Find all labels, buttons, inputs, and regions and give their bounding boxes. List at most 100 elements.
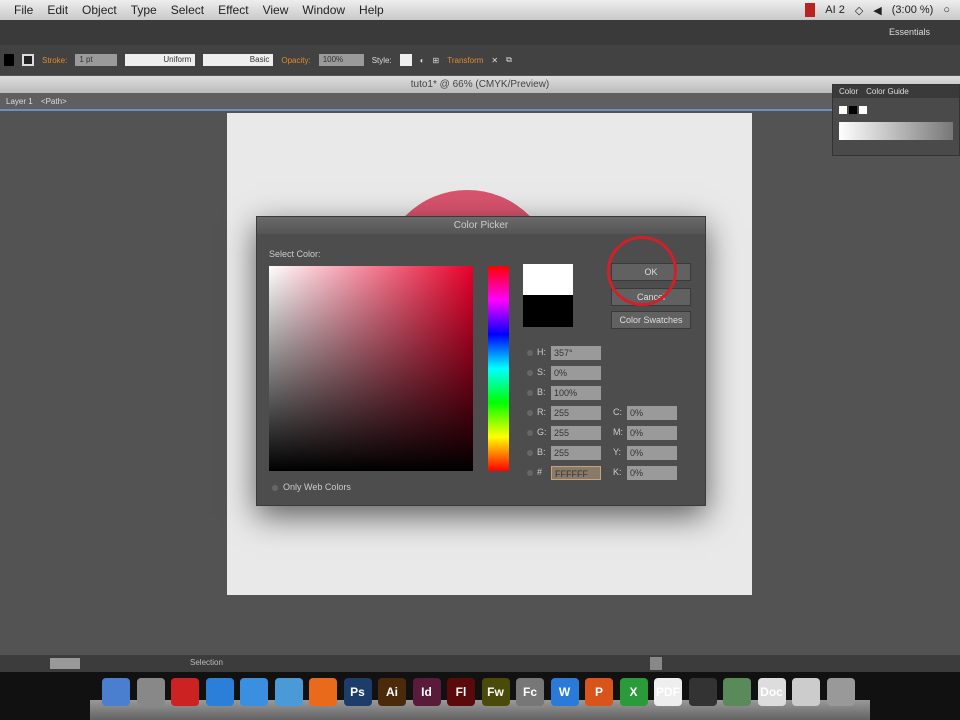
- input-m[interactable]: 0%: [627, 426, 677, 440]
- dock-icon-pdf[interactable]: PDF: [654, 678, 682, 706]
- input-g[interactable]: 255: [551, 426, 601, 440]
- dock-icon-w[interactable]: W: [550, 678, 579, 706]
- menu-edit[interactable]: Edit: [47, 3, 68, 17]
- input-hex[interactable]: FFFFFF: [551, 466, 601, 480]
- radio-s[interactable]: [527, 370, 533, 376]
- menu-effect[interactable]: Effect: [218, 3, 248, 17]
- volume-icon[interactable]: ◀: [873, 4, 881, 17]
- status-bar: Selection: [0, 655, 960, 672]
- user-indicator[interactable]: AI 2: [825, 4, 845, 16]
- horizontal-scrollbar-thumb[interactable]: [650, 657, 662, 670]
- input-y[interactable]: 0%: [627, 446, 677, 460]
- radio-b[interactable]: [527, 390, 533, 396]
- dock-icon-photo[interactable]: Photo: [171, 678, 199, 706]
- dock-icon-dots[interactable]: Dots: [688, 678, 717, 706]
- app-status-icon[interactable]: [805, 3, 816, 17]
- fill-swatch[interactable]: [4, 54, 14, 66]
- white-swatch[interactable]: [859, 106, 867, 114]
- original-color-swatch[interactable]: [523, 295, 573, 327]
- dock-icon-firefox[interactable]: Firefox: [309, 678, 337, 706]
- breadcrumb-layer[interactable]: Layer 1: [6, 97, 33, 106]
- dock-label: Ai: [386, 685, 398, 699]
- input-s[interactable]: 0%: [551, 366, 601, 380]
- dock-icon-finder[interactable]: Finder: [102, 678, 130, 706]
- style-label: Style:: [371, 55, 392, 65]
- brush-definition[interactable]: Basic: [203, 54, 274, 66]
- control-bar: Stroke: 1 pt Uniform Basic Opacity: 100%…: [0, 45, 960, 75]
- menu-window[interactable]: Window: [302, 3, 345, 17]
- input-k[interactable]: 0%: [627, 466, 677, 480]
- radio-hex[interactable]: [527, 470, 533, 476]
- arrange-icon[interactable]: ⧉: [506, 55, 512, 65]
- stroke-swatch[interactable]: [22, 54, 34, 66]
- stroke-weight-input[interactable]: 1 pt: [75, 54, 118, 66]
- black-swatch[interactable]: [849, 106, 857, 114]
- color-ramp[interactable]: [839, 122, 953, 140]
- dock-icon-launchpad[interactable]: Launchpad: [136, 678, 165, 706]
- dock-icon-p[interactable]: P: [585, 678, 613, 706]
- menu-type[interactable]: Type: [131, 3, 157, 17]
- transform-link[interactable]: Transform: [447, 56, 483, 65]
- dock-icon-x[interactable]: X: [619, 678, 648, 706]
- input-h[interactable]: 357°: [551, 346, 601, 360]
- stroke-label[interactable]: Stroke:: [42, 56, 67, 65]
- menu-object[interactable]: Object: [82, 3, 117, 17]
- spotlight-icon[interactable]: ○: [943, 4, 950, 16]
- opacity-input[interactable]: 100%: [318, 54, 364, 66]
- dock-icon-fc[interactable]: Fc: [516, 678, 544, 706]
- current-tool-status[interactable]: Selection: [190, 658, 223, 667]
- input-bl[interactable]: 255: [551, 446, 601, 460]
- dock-label: P: [594, 685, 603, 699]
- menu-help[interactable]: Help: [359, 3, 384, 17]
- dock-icon-safari[interactable]: Safari: [274, 678, 303, 706]
- only-web-colors-label[interactable]: Only Web Colors: [283, 482, 351, 492]
- dock-icon-trash[interactable]: Trash: [826, 678, 855, 706]
- color-field[interactable]: [269, 266, 473, 471]
- label-m: M:: [613, 427, 623, 437]
- none-swatch[interactable]: [839, 106, 847, 114]
- color-swatches-button[interactable]: Color Swatches: [611, 311, 691, 329]
- menu-file[interactable]: File: [14, 3, 33, 17]
- menu-select[interactable]: Select: [171, 3, 204, 17]
- color-picker-dialog: Color Picker Select Color: OK Cancel Col…: [256, 216, 706, 506]
- dock-icon-preview[interactable]: Preview: [723, 678, 751, 706]
- label-b: B:: [537, 387, 546, 397]
- dock-icon-ai[interactable]: Ai: [378, 678, 406, 706]
- style-swatch[interactable]: [399, 54, 412, 66]
- dock-label: Fw: [487, 685, 504, 699]
- opacity-label[interactable]: Opacity:: [281, 56, 310, 65]
- dock-label: X: [629, 685, 638, 699]
- dock-icon-ps[interactable]: Ps: [343, 678, 372, 706]
- tab-color-guide[interactable]: Color Guide: [866, 87, 909, 96]
- radio-r[interactable]: [527, 410, 533, 416]
- highlight-circle: [607, 236, 677, 306]
- align-icon[interactable]: ⊞: [433, 56, 440, 65]
- dock-icon-app-store[interactable]: App Store: [205, 678, 234, 706]
- document-title: tuto1* @ 66% (CMYK/Preview): [0, 76, 960, 93]
- input-r[interactable]: 255: [551, 406, 601, 420]
- radio-bl[interactable]: [527, 450, 533, 456]
- tab-color[interactable]: Color: [839, 87, 858, 96]
- dock-icon-fl[interactable]: Fl: [447, 678, 475, 706]
- only-web-colors-checkbox[interactable]: [272, 485, 278, 491]
- input-b[interactable]: 100%: [551, 386, 601, 400]
- wifi-icon[interactable]: ◇: [855, 4, 863, 17]
- dock-icon-doc[interactable]: Doc: [757, 678, 786, 706]
- menu-view[interactable]: View: [263, 3, 289, 17]
- dock-icon-doc2[interactable]: Doc2: [792, 678, 820, 706]
- zoom-field[interactable]: [50, 658, 80, 669]
- dock-icon-id[interactable]: Id: [412, 678, 441, 706]
- isolate-icon[interactable]: ✕: [491, 56, 498, 65]
- radio-h[interactable]: [527, 350, 533, 356]
- recolor-icon[interactable]: ◐: [420, 56, 425, 65]
- dock-label: Fc: [522, 685, 537, 699]
- radio-g[interactable]: [527, 430, 533, 436]
- input-c[interactable]: 0%: [627, 406, 677, 420]
- dock-icon-itunes[interactable]: iTunes: [240, 678, 268, 706]
- hue-slider[interactable]: [488, 266, 509, 471]
- battery-clock[interactable]: (3:00 %): [892, 4, 934, 16]
- workspace-switcher[interactable]: Essentials: [889, 27, 930, 37]
- dock-icon-fw[interactable]: Fw: [481, 678, 510, 706]
- variable-width-profile[interactable]: Uniform: [125, 54, 196, 66]
- breadcrumb-path[interactable]: <Path>: [41, 97, 67, 106]
